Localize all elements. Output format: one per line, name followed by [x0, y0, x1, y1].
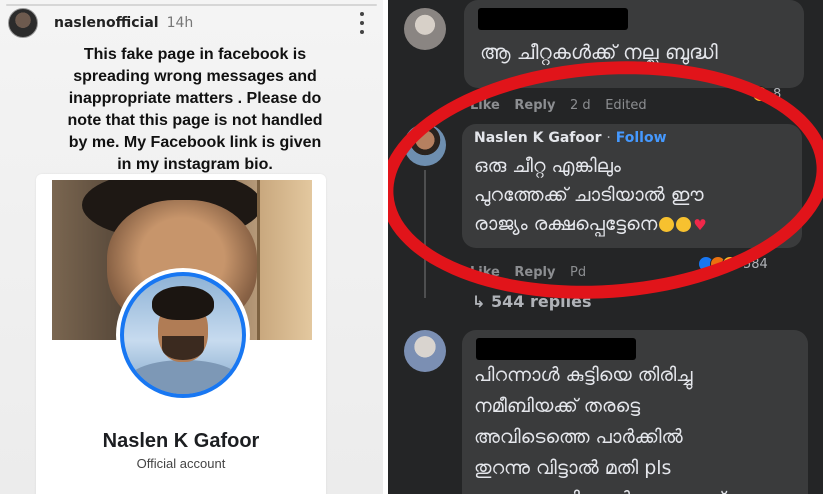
redacted-name	[478, 8, 628, 30]
story-username[interactable]: naslenofficial	[54, 15, 159, 31]
caption-line: inappropriate matters . Please do	[68, 90, 322, 107]
redacted-name	[476, 338, 636, 360]
comment-bubble: പിറന്നാൾ കുട്ടിയെ തിരിച്ചു നമീബിയക്ക് തര…	[462, 330, 808, 494]
story-time: 14h	[166, 15, 194, 31]
comment-line: അവിടെത്തെ പാർക്കിൽ	[474, 426, 683, 448]
commenter-avatar[interactable]	[404, 8, 446, 50]
comment-text: ആ ചീറ്റകൾക്ക് നല്ല ബുദ്ധി	[480, 40, 718, 64]
story-header: naslenofficial 14h	[8, 6, 375, 40]
comment-line: ശല്യം സഹിക്കാൻ വയ്യ അത്	[474, 484, 725, 494]
more-vertical-icon[interactable]	[355, 12, 369, 34]
caption-line: note that this page is not handled	[67, 112, 323, 129]
caption-line: spreading wrong messages and	[73, 68, 317, 85]
facebook-comments-panel: ആ ചീറ്റകൾക്ക് നല്ല ബുദ്ധി Like Reply 2 d…	[388, 0, 823, 494]
story-caption: This fake page in facebook is spreading …	[30, 44, 360, 176]
profile-name: Naslen K Gafoor	[102, 430, 260, 452]
caption-line: in my instagram bio.	[117, 156, 273, 173]
caption-line: This fake page in facebook is	[83, 46, 307, 63]
caption-line: by me. My Facebook link is given	[68, 134, 322, 151]
highlight-oval	[388, 46, 823, 314]
comment-line: പിറന്നാൾ കുട്ടിയെ തിരിച്ചു	[474, 364, 693, 386]
profile-subtitle: Official account	[136, 456, 226, 471]
instagram-story: naslenofficial 14h This fake page in fac…	[0, 0, 383, 494]
comment-line: നമീബിയക്ക് തരട്ടെ	[474, 395, 641, 417]
commenter-avatar[interactable]	[404, 330, 446, 372]
comment-line: തുറന്നു വിട്ടാൽ മതി pls	[474, 457, 672, 479]
comment-text: പിറന്നാൾ കുട്ടിയെ തിരിച്ചു നമീബിയക്ക് തര…	[474, 360, 725, 494]
facebook-profile-card: Naslen K Gafoor Official account	[36, 174, 326, 494]
story-avatar[interactable]	[8, 8, 38, 38]
profile-picture	[116, 268, 250, 402]
